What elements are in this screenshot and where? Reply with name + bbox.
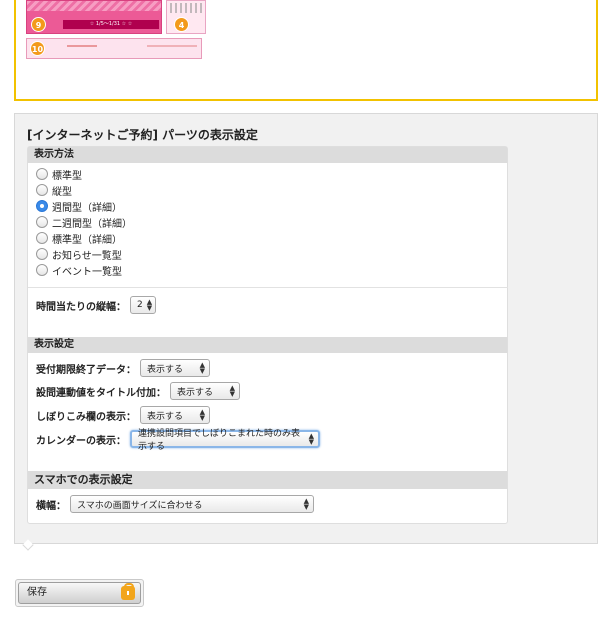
preview-thumbnail-calendar: 4: [166, 0, 206, 34]
row-height-field: 時間当たりの縦幅： 2 ▲ ▼: [36, 295, 156, 315]
save-button[interactable]: 保存: [18, 582, 141, 604]
row-height-select[interactable]: 2 ▲ ▼: [130, 296, 156, 314]
filter-field: しぼりこみ欄の表示： 表示する ▲ ▼: [36, 405, 210, 425]
field-label: 設問連動値をタイトル付加：: [36, 387, 166, 399]
display-method-heading: 表示方法: [28, 147, 507, 163]
preview-line: [147, 45, 197, 47]
select-arrows-icon: ▲ ▼: [199, 361, 205, 375]
question-title-field: 設問連動値をタイトル付加： 表示する ▲ ▼: [36, 381, 240, 401]
save-area: 保存: [15, 579, 144, 607]
row-height-label: 時間当たりの縦幅：: [36, 301, 126, 313]
settings-form: 表示方法 標準型 縦型 週間型（詳細） 二週間型（詳細） 標準型（詳細） お知ら…: [27, 146, 508, 524]
preview-thumbnail-wide: 10: [26, 38, 202, 59]
radio-label: イベント一覧型: [52, 266, 122, 278]
lock-icon: [121, 583, 135, 600]
select-arrows-icon: ▲ ▼: [308, 432, 314, 446]
select-value: 表示する: [177, 387, 214, 398]
deadline-data-field: 受付期限終了データ： 表示する ▲ ▼: [36, 358, 210, 378]
radio-option-notice-list[interactable]: お知らせ一覧型: [36, 247, 122, 262]
preview-badge-10: 10: [30, 41, 45, 56]
preview-banner: ☆ 1/5〜1/31 ☆ ☆: [63, 20, 159, 29]
select-value: スマホの画面サイズに合わせる: [77, 500, 203, 511]
radio-button[interactable]: [36, 248, 48, 260]
preview-line: [67, 45, 97, 47]
preview-badge-4: 4: [174, 17, 189, 32]
radio-button-selected[interactable]: [36, 200, 48, 212]
display-settings-heading: 表示設定: [28, 337, 507, 353]
radio-label: 二週間型（詳細）: [52, 218, 132, 230]
smartphone-settings-heading: スマホでの表示設定: [28, 471, 507, 489]
field-label: 受付期限終了データ：: [36, 364, 136, 376]
filter-select[interactable]: 表示する ▲ ▼: [140, 406, 210, 424]
select-arrows-icon: ▲ ▼: [199, 408, 205, 422]
radio-option-vertical[interactable]: 縦型: [36, 183, 72, 198]
radio-option-biweekly-detail[interactable]: 二週間型（詳細）: [36, 215, 132, 230]
radio-option-standard-detail[interactable]: 標準型（詳細）: [36, 231, 122, 246]
radio-option-weekly-detail[interactable]: 週間型（詳細）: [36, 199, 122, 214]
calendar-field: カレンダーの表示： 連携設問項目でしぼりこまれた時のみ表示する ▲ ▼: [36, 429, 320, 452]
radio-button[interactable]: [36, 216, 48, 228]
select-arrows-icon: ▲ ▼: [303, 497, 309, 511]
field-label: 横幅：: [36, 500, 66, 512]
select-value: 連携設問項目でしぼりこまれた時のみ表示する: [138, 429, 301, 452]
select-value: 2: [137, 300, 143, 310]
select-value: 表示する: [147, 411, 184, 422]
divider: [28, 287, 508, 288]
radio-label: 週間型（詳細）: [52, 202, 122, 214]
layout-preview-panel: ☆ 1/5〜1/31 ☆ ☆ 9 4 10: [14, 0, 598, 101]
radio-label: お知らせ一覧型: [52, 250, 122, 262]
calendar-select[interactable]: 連携設問項目でしぼりこまれた時のみ表示する ▲ ▼: [130, 429, 320, 452]
smartphone-width-select[interactable]: スマホの画面サイズに合わせる ▲ ▼: [70, 495, 314, 513]
select-arrows-icon: ▲ ▼: [229, 384, 235, 398]
field-label: しぼりこみ欄の表示：: [36, 411, 136, 423]
preview-thumbnail-pink: ☆ 1/5〜1/31 ☆ ☆ 9: [26, 0, 162, 34]
preview-calendar-grid: [170, 3, 202, 13]
radio-button[interactable]: [36, 184, 48, 196]
preview-stripe: [27, 1, 161, 11]
deadline-data-select[interactable]: 表示する ▲ ▼: [140, 359, 210, 377]
radio-button[interactable]: [36, 232, 48, 244]
radio-option-event-list[interactable]: イベント一覧型: [36, 263, 122, 278]
radio-button[interactable]: [36, 264, 48, 276]
save-label: 保存: [27, 587, 47, 598]
select-arrows-icon: ▲ ▼: [146, 298, 153, 312]
parts-display-settings-panel: [インターネットご予約] パーツの表示設定 表示方法 標準型 縦型 週間型（詳細…: [14, 113, 598, 544]
field-label: カレンダーの表示：: [36, 435, 126, 447]
preview-banner-text: ☆ 1/5〜1/31 ☆ ☆: [89, 21, 133, 27]
select-value: 表示する: [147, 364, 184, 375]
preview-badge-9: 9: [31, 17, 46, 32]
radio-label: 標準型: [52, 170, 82, 182]
radio-label: 縦型: [52, 186, 72, 198]
panel-title: [インターネットご予約] パーツの表示設定: [27, 128, 258, 142]
radio-option-standard[interactable]: 標準型: [36, 167, 82, 182]
radio-button[interactable]: [36, 168, 48, 180]
radio-label: 標準型（詳細）: [52, 234, 122, 246]
smartphone-width-field: 横幅： スマホの画面サイズに合わせる ▲ ▼: [36, 494, 314, 514]
question-title-select[interactable]: 表示する ▲ ▼: [170, 382, 240, 400]
